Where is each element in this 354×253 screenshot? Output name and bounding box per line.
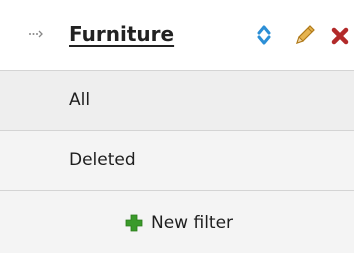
pencil-icon[interactable]: [293, 23, 317, 47]
delete-x-icon[interactable]: [330, 26, 350, 46]
filter-deleted-link[interactable]: Deleted: [69, 150, 136, 170]
sort-up-down-icon[interactable]: [256, 24, 272, 46]
filter-header-row: Furniture: [0, 0, 354, 71]
new-filter-button[interactable]: New filter: [125, 213, 233, 233]
category-title-link[interactable]: Furniture: [69, 22, 174, 46]
filter-row-deleted[interactable]: Deleted: [0, 131, 354, 191]
dotted-right-arrow-icon: [29, 30, 43, 38]
new-filter-label: New filter: [151, 213, 234, 233]
filter-row-all[interactable]: All: [0, 71, 354, 131]
filter-all-link[interactable]: All: [69, 90, 90, 110]
filter-panel: Furniture All Deleted New filter: [0, 0, 354, 253]
new-filter-row: New filter: [0, 191, 354, 253]
plus-icon: [125, 214, 143, 232]
